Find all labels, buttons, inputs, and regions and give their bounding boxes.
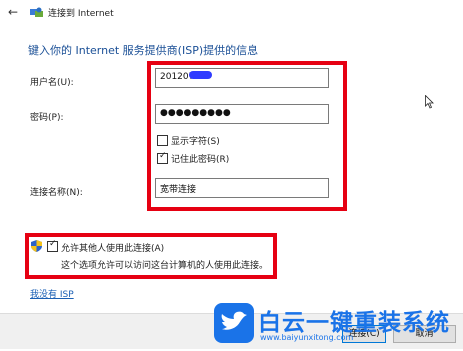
username-field[interactable]: 201207 [155, 68, 329, 88]
highlight-frame-allow [25, 233, 277, 279]
title-bar: ← 连接到 Internet [0, 0, 463, 30]
window-title: 连接到 Internet [48, 9, 114, 19]
password-label: 密码(P): [30, 113, 64, 123]
shield-icon [31, 240, 42, 252]
remember-password-checkbox[interactable]: ✓ [157, 151, 168, 164]
allow-others-label[interactable]: 允许其他人使用此连接(A) [61, 241, 164, 254]
password-value: ●●●●●●●●● [160, 108, 231, 118]
watermark-title: 白云一键重装系统 [258, 310, 450, 336]
network-icon [30, 7, 43, 17]
connection-name-field[interactable]: 宽带连接 [155, 178, 329, 198]
connection-name-label: 连接名称(N): [30, 188, 83, 198]
no-isp-link[interactable]: 我没有 ISP [30, 287, 74, 300]
watermark: 白云一键重装系统 www.baiyunxitong.com [214, 303, 463, 351]
mouse-cursor-icon [425, 95, 434, 109]
allow-others-checkbox[interactable]: ✓ [47, 239, 58, 252]
allow-others-description: 这个选项允许可以访问这台计算机的人使用此连接。 [61, 261, 269, 271]
username-label: 用户名(U): [30, 78, 74, 88]
redaction-mask [189, 71, 212, 79]
page-heading: 键入你的 Internet 服务提供商(ISP)提供的信息 [28, 44, 259, 57]
back-arrow-icon[interactable]: ← [8, 5, 18, 19]
watermark-url: www.baiyunxitong.com [260, 333, 354, 342]
check-icon: ✓ [49, 239, 57, 249]
bird-logo-icon [214, 303, 254, 343]
remember-password-label[interactable]: 记住此密码(R) [171, 152, 229, 165]
password-field[interactable]: ●●●●●●●●● [155, 104, 329, 124]
show-chars-checkbox[interactable] [157, 135, 168, 146]
show-chars-label[interactable]: 显示字符(S) [171, 134, 220, 147]
connection-name-value: 宽带连接 [160, 185, 197, 195]
check-icon: ✓ [159, 151, 167, 161]
